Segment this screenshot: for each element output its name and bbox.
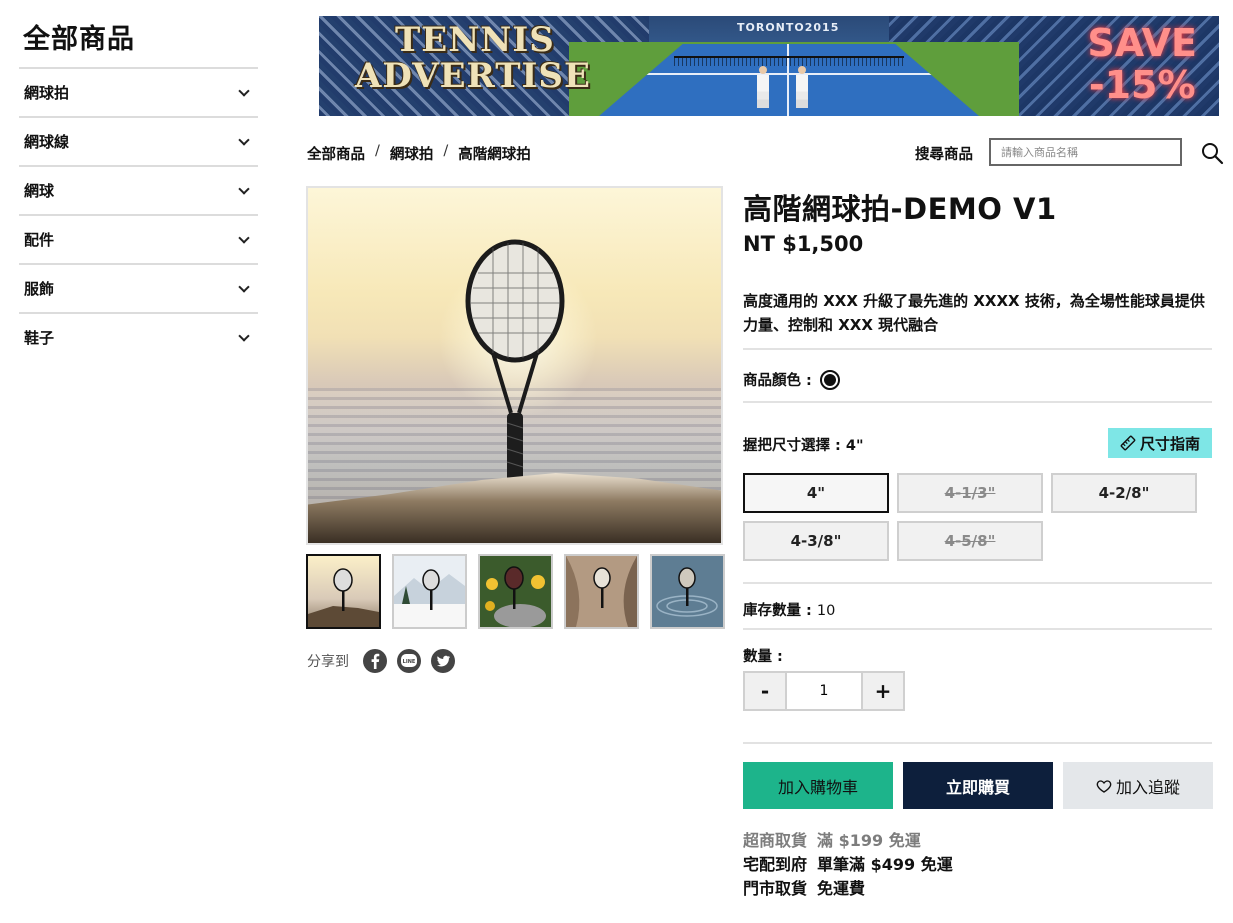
- ruler-icon: [1120, 435, 1136, 451]
- buy-now-button[interactable]: 立即購買: [903, 762, 1053, 809]
- shipping-row: 超商取貨 滿 $199 免運: [743, 829, 953, 853]
- shipping-row: 宅配到府 單筆滿 $499 免運: [743, 853, 953, 877]
- stock-value: 10: [816, 603, 836, 619]
- banner-promo-line1: SAVE: [1087, 21, 1197, 65]
- quantity-stepper: - +: [743, 671, 905, 711]
- sidebar-item-label: 配件: [24, 231, 55, 249]
- sidebar-item-label: 網球: [24, 182, 55, 200]
- grip-size-label: 握把尺寸選擇 : 4": [743, 438, 864, 454]
- product-description: 高度通用的 XXX 升級了最先進的 XXXX 技術，為全場性能球員提供力量、控制…: [743, 292, 1205, 334]
- sidebar-item-shoes[interactable]: 鞋子: [19, 312, 258, 361]
- quantity-label: 數量 :: [743, 649, 783, 665]
- size-option-4-5-8[interactable]: 4-5/8": [897, 521, 1043, 561]
- action-buttons: 加入購物車 立即購買 加入追蹤: [743, 762, 1213, 809]
- color-label: 商品顏色 :: [743, 373, 812, 389]
- shipping-method: 宅配到府: [743, 855, 808, 874]
- color-swatch-fill: [823, 373, 836, 386]
- size-option-4[interactable]: 4": [743, 473, 889, 513]
- sidebar-item-strings[interactable]: 網球線: [19, 116, 258, 165]
- heart-icon: [1096, 779, 1112, 793]
- sidebar-item-balls[interactable]: 網球: [19, 165, 258, 214]
- share-label: 分享到: [307, 654, 349, 670]
- wishlist-label: 加入追蹤: [1115, 777, 1180, 797]
- chevron-down-icon: [238, 84, 250, 97]
- product-title: 高階網球拍-DEMO V1: [743, 192, 1057, 226]
- sidebar-item-accessories[interactable]: 配件: [19, 214, 258, 263]
- color-selector: 商品顏色 :: [743, 369, 840, 390]
- size-option-4-1-3[interactable]: 4-1/3": [897, 473, 1043, 513]
- shipping-method: 門市取貨: [743, 879, 808, 898]
- shipping-method: 超商取貨: [743, 831, 808, 850]
- sidebar-item-label: 服飾: [24, 280, 55, 298]
- chevron-down-icon: [238, 133, 250, 146]
- quantity-increase-button[interactable]: +: [863, 673, 903, 709]
- breadcrumb-item-all[interactable]: 全部商品: [307, 143, 365, 164]
- sidebar-item-label: 鞋子: [24, 329, 55, 347]
- thumbnail-3[interactable]: [478, 554, 553, 629]
- stock-info: 庫存數量 : 10: [743, 599, 835, 620]
- sidebar-item-apparel[interactable]: 服飾: [19, 263, 258, 312]
- banner-promo-line2: -15%: [1088, 63, 1196, 107]
- banner-player: [796, 66, 808, 110]
- banner-venue: TORONTO2015: [737, 21, 840, 34]
- size-guide-label: 尺寸指南: [1139, 434, 1200, 453]
- chevron-down-icon: [238, 182, 250, 195]
- banner-title-line1: TENNIS: [395, 20, 555, 60]
- chevron-down-icon: [238, 329, 250, 342]
- size-guide-button[interactable]: 尺寸指南: [1108, 428, 1212, 458]
- search-icon[interactable]: [1200, 141, 1224, 165]
- product-price: NT $1,500: [743, 232, 864, 256]
- shipping-info: 超商取貨 滿 $199 免運 宅配到府 單筆滿 $499 免運 門市取貨 免運費: [743, 829, 953, 901]
- sidebar-item-label: 網球拍: [24, 84, 70, 102]
- thumbnail-1[interactable]: [306, 554, 381, 629]
- divider: [743, 582, 1212, 584]
- chevron-down-icon: [238, 280, 250, 293]
- add-to-wishlist-button[interactable]: 加入追蹤: [1063, 762, 1213, 809]
- thumbnail-5[interactable]: [650, 554, 725, 629]
- shipping-note: 滿 $199 免運: [817, 831, 921, 850]
- quantity-input[interactable]: [785, 673, 863, 709]
- divider: [743, 401, 1212, 403]
- svg-text:LINE: LINE: [403, 659, 416, 665]
- breadcrumb-item-premium[interactable]: 高階網球拍: [458, 143, 531, 164]
- share-bar: 分享到 LINE: [307, 649, 455, 673]
- sidebar-item-rackets[interactable]: 網球拍: [19, 67, 258, 116]
- search-label: 搜尋商品: [915, 147, 973, 163]
- category-sidebar: 全部商品 網球拍 網球線 網球 配件 服飾 鞋子: [19, 22, 258, 361]
- shipping-note: 單筆滿 $499 免運: [817, 855, 953, 874]
- shipping-row: 門市取貨 免運費: [743, 877, 953, 901]
- twitter-icon[interactable]: [431, 649, 455, 673]
- search-input[interactable]: [989, 138, 1182, 166]
- chevron-down-icon: [238, 231, 250, 244]
- sidebar-item-label: 網球線: [24, 133, 70, 151]
- shipping-note: 免運費: [817, 879, 866, 898]
- breadcrumb-separator: /: [375, 143, 380, 159]
- thumbnail-strip: [306, 554, 725, 629]
- thumbnail-4[interactable]: [564, 554, 639, 629]
- banner-title: TENNIS ADVERTISE: [355, 22, 591, 94]
- size-option-4-3-8[interactable]: 4-3/8": [743, 521, 889, 561]
- quantity-decrease-button[interactable]: -: [745, 673, 785, 709]
- product-main-image[interactable]: [306, 186, 723, 545]
- thumbnail-2[interactable]: [392, 554, 467, 629]
- breadcrumb: 全部商品 / 網球拍 / 高階網球拍: [307, 143, 531, 164]
- divider: [743, 742, 1212, 744]
- color-swatch-black[interactable]: [819, 369, 840, 390]
- divider: [743, 628, 1212, 630]
- banner-promo: SAVE -15%: [1087, 22, 1197, 106]
- grip-size-options: 4" 4-1/3" 4-2/8" 4-3/8" 4-5/8": [743, 473, 1203, 561]
- line-icon[interactable]: LINE: [397, 649, 421, 673]
- breadcrumb-separator: /: [443, 143, 449, 159]
- stock-label: 庫存數量 :: [743, 603, 812, 619]
- facebook-icon[interactable]: [363, 649, 387, 673]
- banner-player: [757, 66, 769, 110]
- banner-title-line2: ADVERTISE: [355, 56, 591, 96]
- banner-net: [674, 56, 904, 66]
- breadcrumb-item-rackets[interactable]: 網球拍: [390, 143, 434, 164]
- sidebar-title: 全部商品: [23, 24, 135, 55]
- divider: [743, 348, 1212, 350]
- promo-banner[interactable]: TORONTO2015 TENNIS ADVERTISE SAVE -15%: [319, 16, 1219, 116]
- size-option-4-2-8[interactable]: 4-2/8": [1051, 473, 1197, 513]
- add-to-cart-button[interactable]: 加入購物車: [743, 762, 893, 809]
